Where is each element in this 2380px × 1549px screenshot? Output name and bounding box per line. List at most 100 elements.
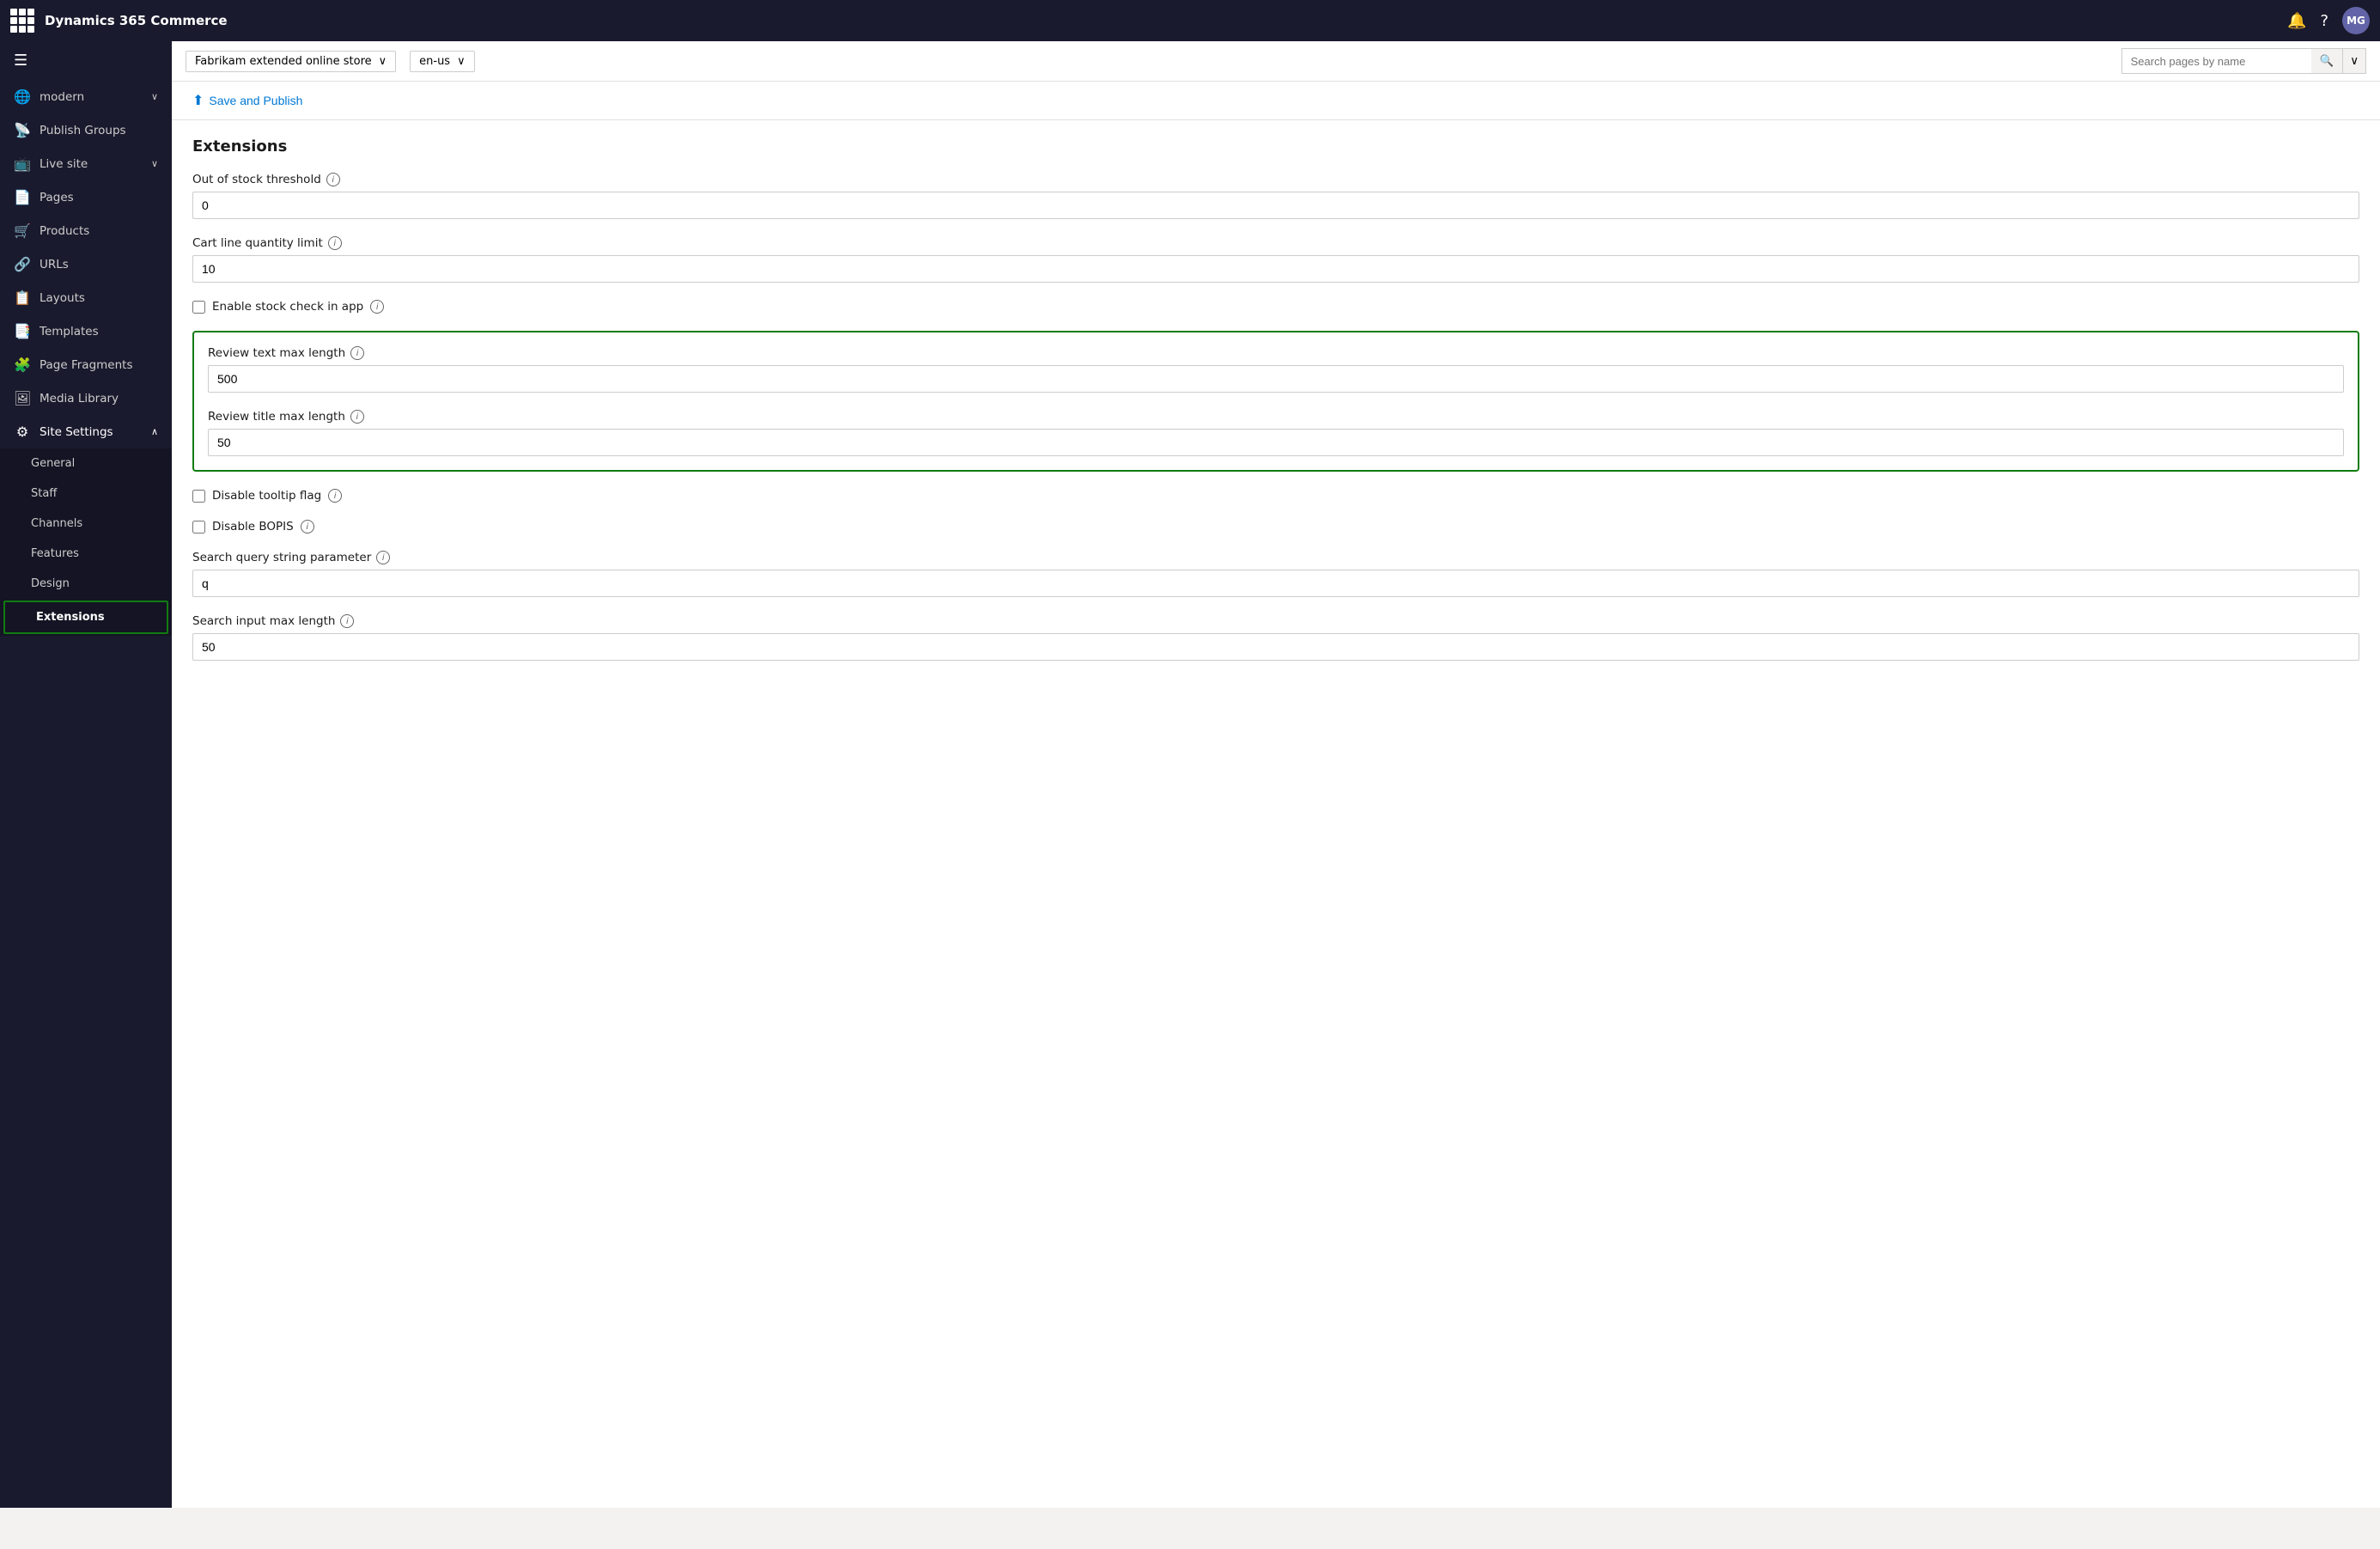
- input-cart-line-quantity[interactable]: [192, 255, 2359, 283]
- waffle-menu[interactable]: [10, 9, 34, 33]
- sidebar-sub-label: Extensions: [36, 611, 105, 624]
- globe-icon: 🌐: [14, 88, 31, 105]
- sidebar-item-live-site[interactable]: 📺 Live site ∨: [0, 147, 172, 180]
- info-icon-search-input[interactable]: i: [340, 614, 354, 628]
- sidebar-item-label: Live site: [40, 157, 88, 171]
- locale-chevron-icon: ∨: [457, 55, 466, 68]
- info-icon-stock-check[interactable]: i: [370, 300, 384, 314]
- site-settings-icon: ⚙: [14, 424, 31, 440]
- sidebar-item-channels[interactable]: Channels: [0, 509, 172, 539]
- field-enable-stock-check: Enable stock check in app i: [192, 300, 2359, 314]
- sidebar-item-site-settings[interactable]: ⚙ Site Settings ∧: [0, 415, 172, 448]
- sidebar-sub-label: Features: [31, 547, 79, 560]
- page-title: Extensions: [192, 137, 2359, 156]
- chevron-icon: ∨: [151, 91, 158, 102]
- highlighted-review-section: Review text max length i Review title ma…: [192, 331, 2359, 472]
- info-icon-bopis[interactable]: i: [301, 520, 314, 534]
- search-pages-input[interactable]: [2122, 52, 2311, 71]
- templates-icon: 📑: [14, 323, 31, 339]
- field-search-query-string: Search query string parameter i: [192, 551, 2359, 597]
- app-layout: ☰ 🌐 modern ∨ 📡 Publish Groups 📺 Live sit…: [0, 41, 2380, 1508]
- sidebar-item-products[interactable]: 🛒 Products: [0, 214, 172, 247]
- locale-label: en-us: [419, 55, 450, 68]
- chevron-up-icon: ∧: [151, 426, 158, 437]
- sidebar-item-extensions[interactable]: Extensions: [3, 601, 168, 634]
- content-area: Extensions Out of stock threshold i Cart…: [172, 120, 2380, 1508]
- checkbox-disable-tooltip[interactable]: [192, 490, 205, 503]
- info-icon-cart-line[interactable]: i: [328, 236, 342, 250]
- input-search-query-string[interactable]: [192, 570, 2359, 597]
- sidebar-item-label: URLs: [40, 258, 69, 271]
- sidebar-item-general[interactable]: General: [0, 448, 172, 479]
- checkbox-disable-bopis[interactable]: [192, 521, 205, 534]
- main-area: Fabrikam extended online store ∨ en-us ∨…: [172, 41, 2380, 1508]
- help-icon[interactable]: ?: [2320, 12, 2328, 30]
- sidebar-item-features[interactable]: Features: [0, 539, 172, 569]
- save-publish-button[interactable]: ⬆ Save and Publish: [186, 88, 309, 113]
- field-label-review-text: Review text max length i: [208, 346, 2344, 360]
- bell-icon[interactable]: 🔔: [2287, 12, 2306, 30]
- sidebar-sub-label: Staff: [31, 487, 57, 500]
- store-selector[interactable]: Fabrikam extended online store ∨: [186, 51, 396, 72]
- checkbox-enable-stock-check[interactable]: [192, 301, 205, 314]
- field-review-title-max-length: Review title max length i: [208, 410, 2344, 456]
- media-library-icon: 🖼: [14, 390, 31, 406]
- sidebar-item-label: Media Library: [40, 392, 119, 406]
- sidebar: ☰ 🌐 modern ∨ 📡 Publish Groups 📺 Live sit…: [0, 41, 172, 1508]
- avatar[interactable]: MG: [2342, 7, 2370, 34]
- store-label: Fabrikam extended online store: [195, 55, 372, 68]
- sidebar-item-staff[interactable]: Staff: [0, 479, 172, 509]
- sidebar-sub-label: General: [31, 457, 75, 470]
- field-disable-bopis: Disable BOPIS i: [192, 520, 2359, 534]
- sidebar-item-page-fragments[interactable]: 🧩 Page Fragments: [0, 348, 172, 381]
- search-button[interactable]: 🔍: [2311, 49, 2343, 73]
- field-label-search-input: Search input max length i: [192, 614, 2359, 628]
- pages-icon: 📄: [14, 189, 31, 205]
- input-search-input-max-length[interactable]: [192, 633, 2359, 661]
- input-out-of-stock-threshold[interactable]: [192, 192, 2359, 219]
- info-icon-search-query[interactable]: i: [376, 551, 390, 564]
- live-site-icon: 📺: [14, 156, 31, 172]
- store-chevron-icon: ∨: [379, 55, 387, 68]
- field-label-out-of-stock: Out of stock threshold i: [192, 173, 2359, 186]
- info-icon-review-title[interactable]: i: [350, 410, 364, 424]
- field-cart-line-quantity-limit: Cart line quantity limit i: [192, 236, 2359, 283]
- field-label-review-title: Review title max length i: [208, 410, 2344, 424]
- topbar-icons: 🔔 ? MG: [2287, 7, 2370, 34]
- sidebar-item-label: Products: [40, 224, 89, 238]
- sidebar-item-label: Templates: [40, 325, 99, 338]
- sidebar-item-label: Site Settings: [40, 425, 113, 439]
- field-review-text-max-length: Review text max length i: [208, 346, 2344, 393]
- publish-groups-icon: 📡: [14, 122, 31, 138]
- sidebar-sub-label: Channels: [31, 517, 82, 530]
- search-pages-container: 🔍 ∨: [2121, 48, 2366, 74]
- topbar: Dynamics 365 Commerce 🔔 ? MG: [0, 0, 2380, 41]
- sidebar-item-publish-groups[interactable]: 📡 Publish Groups: [0, 113, 172, 147]
- sidebar-item-templates[interactable]: 📑 Templates: [0, 314, 172, 348]
- sidebar-item-pages[interactable]: 📄 Pages: [0, 180, 172, 214]
- sidebar-item-media-library[interactable]: 🖼 Media Library: [0, 381, 172, 415]
- app-title: Dynamics 365 Commerce: [45, 13, 2277, 28]
- upload-icon: ⬆: [192, 92, 204, 109]
- sidebar-item-layouts[interactable]: 📋 Layouts: [0, 281, 172, 314]
- info-icon-out-of-stock[interactable]: i: [326, 173, 340, 186]
- sidebar-item-label: Pages: [40, 191, 74, 204]
- field-label-cart-line: Cart line quantity limit i: [192, 236, 2359, 250]
- site-settings-submenu: General Staff Channels Features Design E…: [0, 448, 172, 636]
- sidebar-item-modern[interactable]: 🌐 modern ∨: [0, 80, 172, 113]
- checkbox-label-enable-stock: Enable stock check in app: [212, 300, 363, 314]
- search-dropdown-button[interactable]: ∨: [2342, 49, 2365, 73]
- sidebar-item-label: modern: [40, 90, 84, 104]
- locale-selector[interactable]: en-us ∨: [410, 51, 474, 72]
- sub-header: Fabrikam extended online store ∨ en-us ∨…: [172, 41, 2380, 82]
- sidebar-collapse-button[interactable]: ☰: [0, 41, 172, 80]
- input-review-title-max-length[interactable]: [208, 429, 2344, 456]
- sidebar-item-urls[interactable]: 🔗 URLs: [0, 247, 172, 281]
- sidebar-item-design[interactable]: Design: [0, 569, 172, 599]
- page-fragments-icon: 🧩: [14, 357, 31, 373]
- info-icon-review-text[interactable]: i: [350, 346, 364, 360]
- info-icon-tooltip-flag[interactable]: i: [328, 489, 342, 503]
- save-publish-label: Save and Publish: [209, 94, 302, 107]
- input-review-text-max-length[interactable]: [208, 365, 2344, 393]
- field-out-of-stock-threshold: Out of stock threshold i: [192, 173, 2359, 219]
